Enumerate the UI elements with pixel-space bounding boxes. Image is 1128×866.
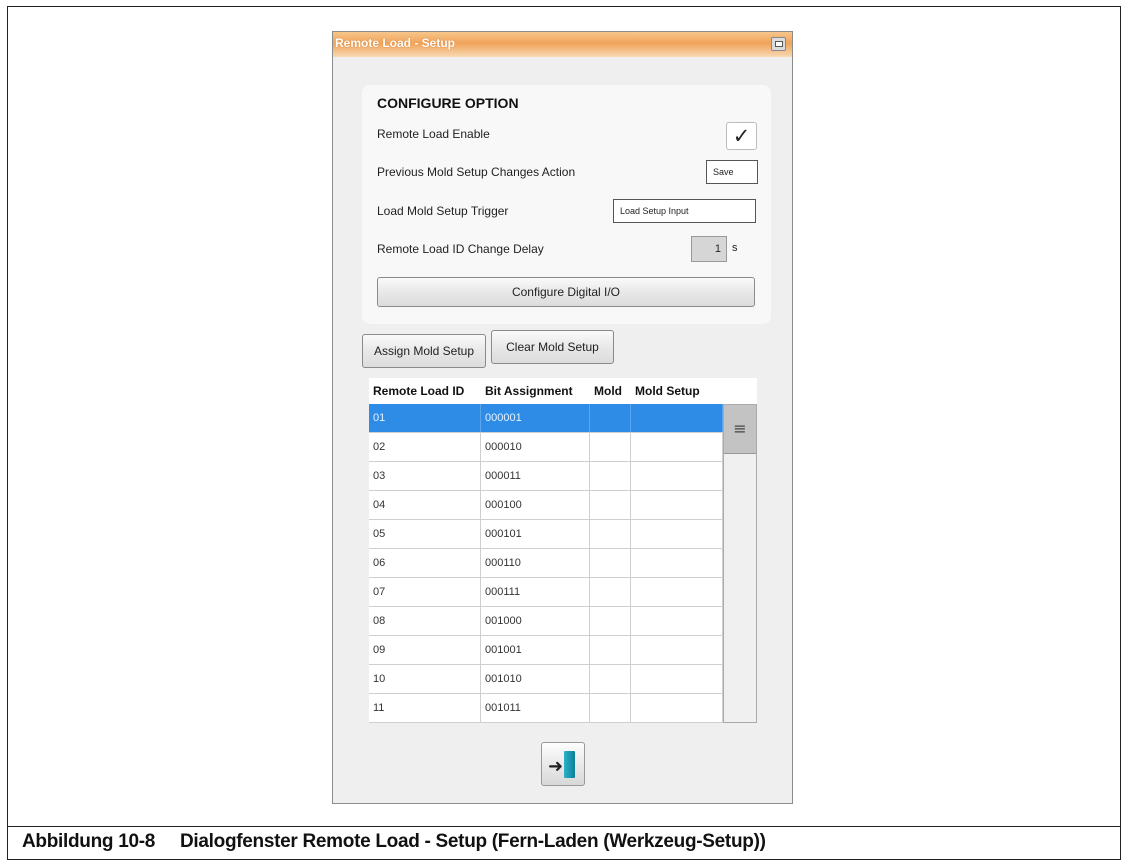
title-bar[interactable]: Remote Load - Setup <box>333 32 792 57</box>
cell-mold-setup <box>631 665 723 693</box>
table-row[interactable]: 06 000110 <box>369 549 723 578</box>
remote-load-setup-dialog: Remote Load - Setup CONFIGURE OPTION Rem… <box>332 31 793 804</box>
column-header-bit-assignment[interactable]: Bit Assignment <box>481 378 590 404</box>
cell-mold <box>590 636 631 664</box>
scroll-thumb[interactable]: ≡ <box>724 405 756 454</box>
cell-bit-assignment: 000111 <box>481 578 590 606</box>
previous-mold-setup-action-label: Previous Mold Setup Changes Action <box>377 165 576 179</box>
cell-bit-assignment: 000011 <box>481 462 590 490</box>
cell-bit-assignment: 001000 <box>481 607 590 635</box>
cell-bit-assignment: 000100 <box>481 491 590 519</box>
cell-bit-assignment: 000010 <box>481 433 590 461</box>
checkmark-icon: ✓ <box>732 124 751 148</box>
table-row[interactable]: 08 001000 <box>369 607 723 636</box>
cell-mold <box>590 578 631 606</box>
table-scrollbar[interactable]: ≡ <box>723 404 757 723</box>
cell-mold-setup <box>631 694 723 722</box>
remote-load-id-change-delay-field[interactable]: 1 <box>691 236 727 262</box>
cell-mold-setup <box>631 404 723 432</box>
cell-bit-assignment: 001011 <box>481 694 590 722</box>
exit-button[interactable]: ➜ <box>541 742 585 786</box>
remote-load-id-change-delay-label: Remote Load ID Change Delay <box>377 242 544 256</box>
table-row[interactable]: 05 000101 <box>369 520 723 549</box>
cell-mold <box>590 549 631 577</box>
cell-mold <box>590 404 631 432</box>
table-row[interactable]: 02 000010 <box>369 433 723 462</box>
column-header-mold-setup[interactable]: Mold Setup <box>631 378 723 404</box>
cell-remote-load-id: 11 <box>369 694 481 722</box>
table-header: Remote Load ID Bit Assignment Mold Mold … <box>369 378 723 404</box>
cell-mold <box>590 665 631 693</box>
table-row[interactable]: 11 001011 <box>369 694 723 723</box>
cell-remote-load-id: 06 <box>369 549 481 577</box>
window-restore-icon[interactable] <box>771 37 786 51</box>
remote-load-enable-checkbox[interactable]: ✓ <box>726 122 757 150</box>
remote-load-table: Remote Load ID Bit Assignment Mold Mold … <box>369 378 757 723</box>
column-header-mold[interactable]: Mold <box>590 378 631 404</box>
caption-divider <box>7 826 1121 827</box>
cell-remote-load-id: 05 <box>369 520 481 548</box>
table-row[interactable]: 10 001010 <box>369 665 723 694</box>
assign-mold-setup-button[interactable]: Assign Mold Setup <box>362 334 486 368</box>
cell-mold <box>590 462 631 490</box>
cell-remote-load-id: 09 <box>369 636 481 664</box>
cell-mold-setup <box>631 549 723 577</box>
table-row[interactable]: 04 000100 <box>369 491 723 520</box>
figure-number: Abbildung 10-8 <box>22 831 156 852</box>
column-header-remote-load-id[interactable]: Remote Load ID <box>369 378 481 404</box>
cell-mold-setup <box>631 578 723 606</box>
remote-load-enable-label: Remote Load Enable <box>377 127 490 141</box>
cell-remote-load-id: 07 <box>369 578 481 606</box>
cell-mold <box>590 520 631 548</box>
arrow-right-icon: ➜ <box>548 756 564 777</box>
cell-mold-setup <box>631 607 723 635</box>
delay-unit-label: s <box>732 242 738 254</box>
cell-mold-setup <box>631 491 723 519</box>
configure-digital-io-button[interactable]: Configure Digital I/O <box>377 277 755 307</box>
table-body: 01 000001 02 000010 03 000011 04 000100 05 000101… <box>369 404 723 723</box>
table-row[interactable]: 03 000011 <box>369 462 723 491</box>
table-row[interactable]: 09 001001 <box>369 636 723 665</box>
figure-caption-text: Dialogfenster Remote Load - Setup (Fern-… <box>180 831 766 852</box>
cell-bit-assignment: 000110 <box>481 549 590 577</box>
load-mold-setup-trigger-label: Load Mold Setup Trigger <box>377 204 509 218</box>
cell-remote-load-id: 02 <box>369 433 481 461</box>
cell-remote-load-id: 01 <box>369 404 481 432</box>
table-row[interactable]: 01 000001 <box>369 404 723 433</box>
cell-remote-load-id: 10 <box>369 665 481 693</box>
previous-mold-setup-action-field[interactable]: Save <box>706 160 758 184</box>
load-mold-setup-trigger-field[interactable]: Load Setup Input <box>613 199 756 223</box>
cell-mold <box>590 694 631 722</box>
cell-remote-load-id: 04 <box>369 491 481 519</box>
grip-icon: ≡ <box>733 419 747 438</box>
table-row[interactable]: 07 000111 <box>369 578 723 607</box>
cell-mold-setup <box>631 636 723 664</box>
cell-mold-setup <box>631 433 723 461</box>
cell-remote-load-id: 03 <box>369 462 481 490</box>
cell-bit-assignment: 000101 <box>481 520 590 548</box>
cell-bit-assignment: 000001 <box>481 404 590 432</box>
cell-mold-setup <box>631 462 723 490</box>
configure-option-heading: CONFIGURE OPTION <box>377 95 519 111</box>
cell-remote-load-id: 08 <box>369 607 481 635</box>
cell-bit-assignment: 001001 <box>481 636 590 664</box>
figure-caption: Abbildung 10-8 Dialogfenster Remote Load… <box>22 829 766 855</box>
cell-mold <box>590 607 631 635</box>
configure-option-panel: CONFIGURE OPTION Remote Load Enable ✓ Pr… <box>362 85 771 324</box>
exit-door-icon <box>564 751 575 778</box>
clear-mold-setup-button[interactable]: Clear Mold Setup <box>491 330 614 364</box>
cell-bit-assignment: 001010 <box>481 665 590 693</box>
dialog-title: Remote Load - Setup <box>335 36 456 50</box>
cell-mold <box>590 491 631 519</box>
cell-mold-setup <box>631 520 723 548</box>
cell-mold <box>590 433 631 461</box>
